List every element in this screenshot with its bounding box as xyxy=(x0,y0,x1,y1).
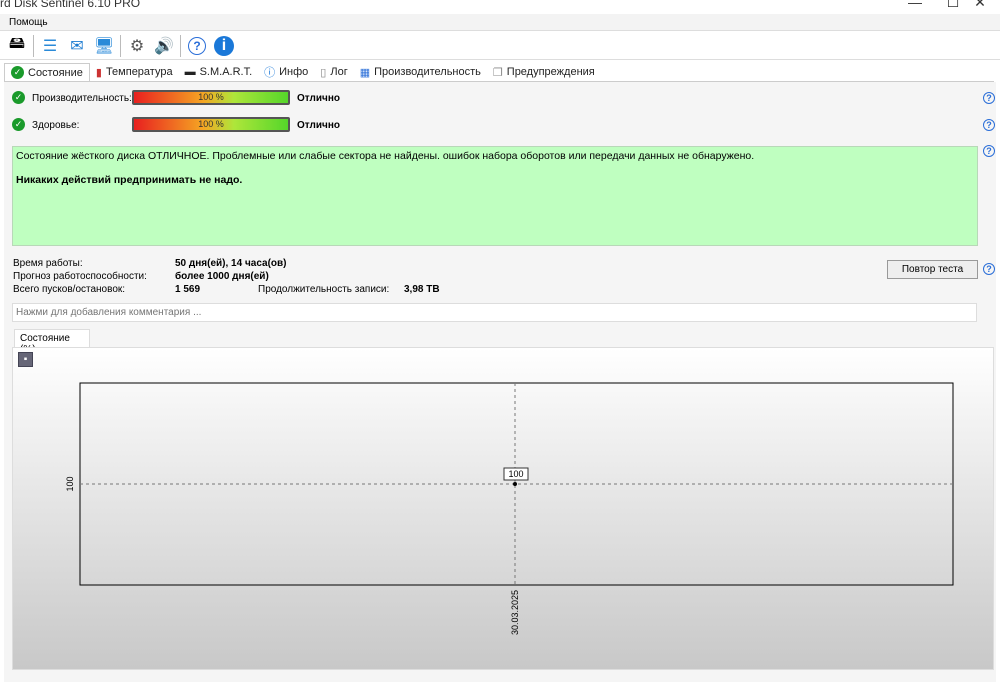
data-point xyxy=(513,482,517,486)
x-tick-label: 30.03.2025 xyxy=(510,590,520,635)
y-tick-label: 100 xyxy=(65,476,75,491)
chart: 100 100 30.03.2025 xyxy=(65,382,954,635)
data-label: 100 xyxy=(508,469,523,479)
